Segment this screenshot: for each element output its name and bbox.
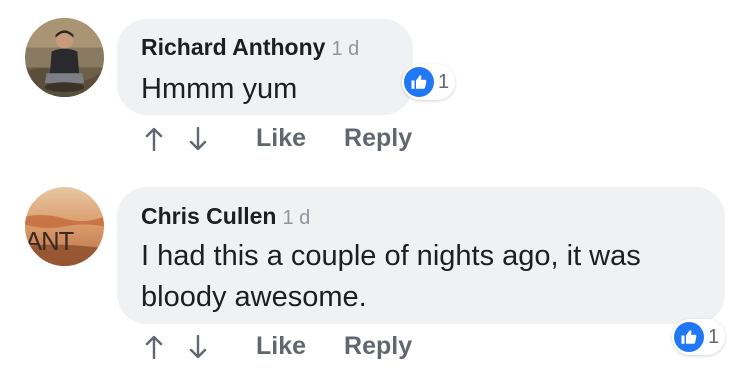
- reply-button[interactable]: Reply: [344, 124, 412, 153]
- upvote-arrow-icon[interactable]: [142, 125, 166, 153]
- avatar-richard-anthony[interactable]: [25, 18, 104, 97]
- comment-actions: Like Reply: [142, 332, 412, 361]
- reaction-summary[interactable]: 1: [672, 319, 726, 355]
- reaction-summary[interactable]: 1: [402, 64, 456, 100]
- like-button[interactable]: Like: [256, 124, 306, 153]
- avatar-watermark: ANT: [25, 228, 75, 256]
- profile-photo: ANT: [25, 187, 104, 266]
- comment-bubble: Richard Anthony 1 d Hmmm yum: [117, 19, 413, 115]
- downvote-arrow-icon[interactable]: [186, 333, 210, 361]
- comment-author[interactable]: Richard Anthony: [141, 34, 325, 60]
- comment-text-line-2: bloody awesome.: [141, 281, 367, 313]
- like-button[interactable]: Like: [256, 332, 306, 361]
- profile-photo: [25, 18, 104, 97]
- comment-text-line-1: I had this a couple of nights ago, it wa…: [141, 240, 641, 272]
- comment-timestamp[interactable]: 1 d: [282, 207, 310, 229]
- comment-timestamp[interactable]: 1 d: [331, 38, 359, 60]
- comment-actions: Like Reply: [142, 124, 412, 153]
- reaction-count: 1: [708, 325, 720, 348]
- downvote-arrow-icon[interactable]: [186, 125, 210, 153]
- avatar-chris-cullen[interactable]: ANT: [25, 187, 104, 266]
- thumbs-up-icon: [404, 67, 434, 97]
- comment-author[interactable]: Chris Cullen: [141, 203, 276, 229]
- thumbs-up-icon: [674, 322, 704, 352]
- reaction-count: 1: [438, 70, 450, 93]
- comment-bubble: Chris Cullen 1 d I had this a couple of n…: [117, 187, 725, 324]
- upvote-arrow-icon[interactable]: [142, 333, 166, 361]
- reply-button[interactable]: Reply: [344, 332, 412, 361]
- comment-text: Hmmm yum: [141, 73, 298, 105]
